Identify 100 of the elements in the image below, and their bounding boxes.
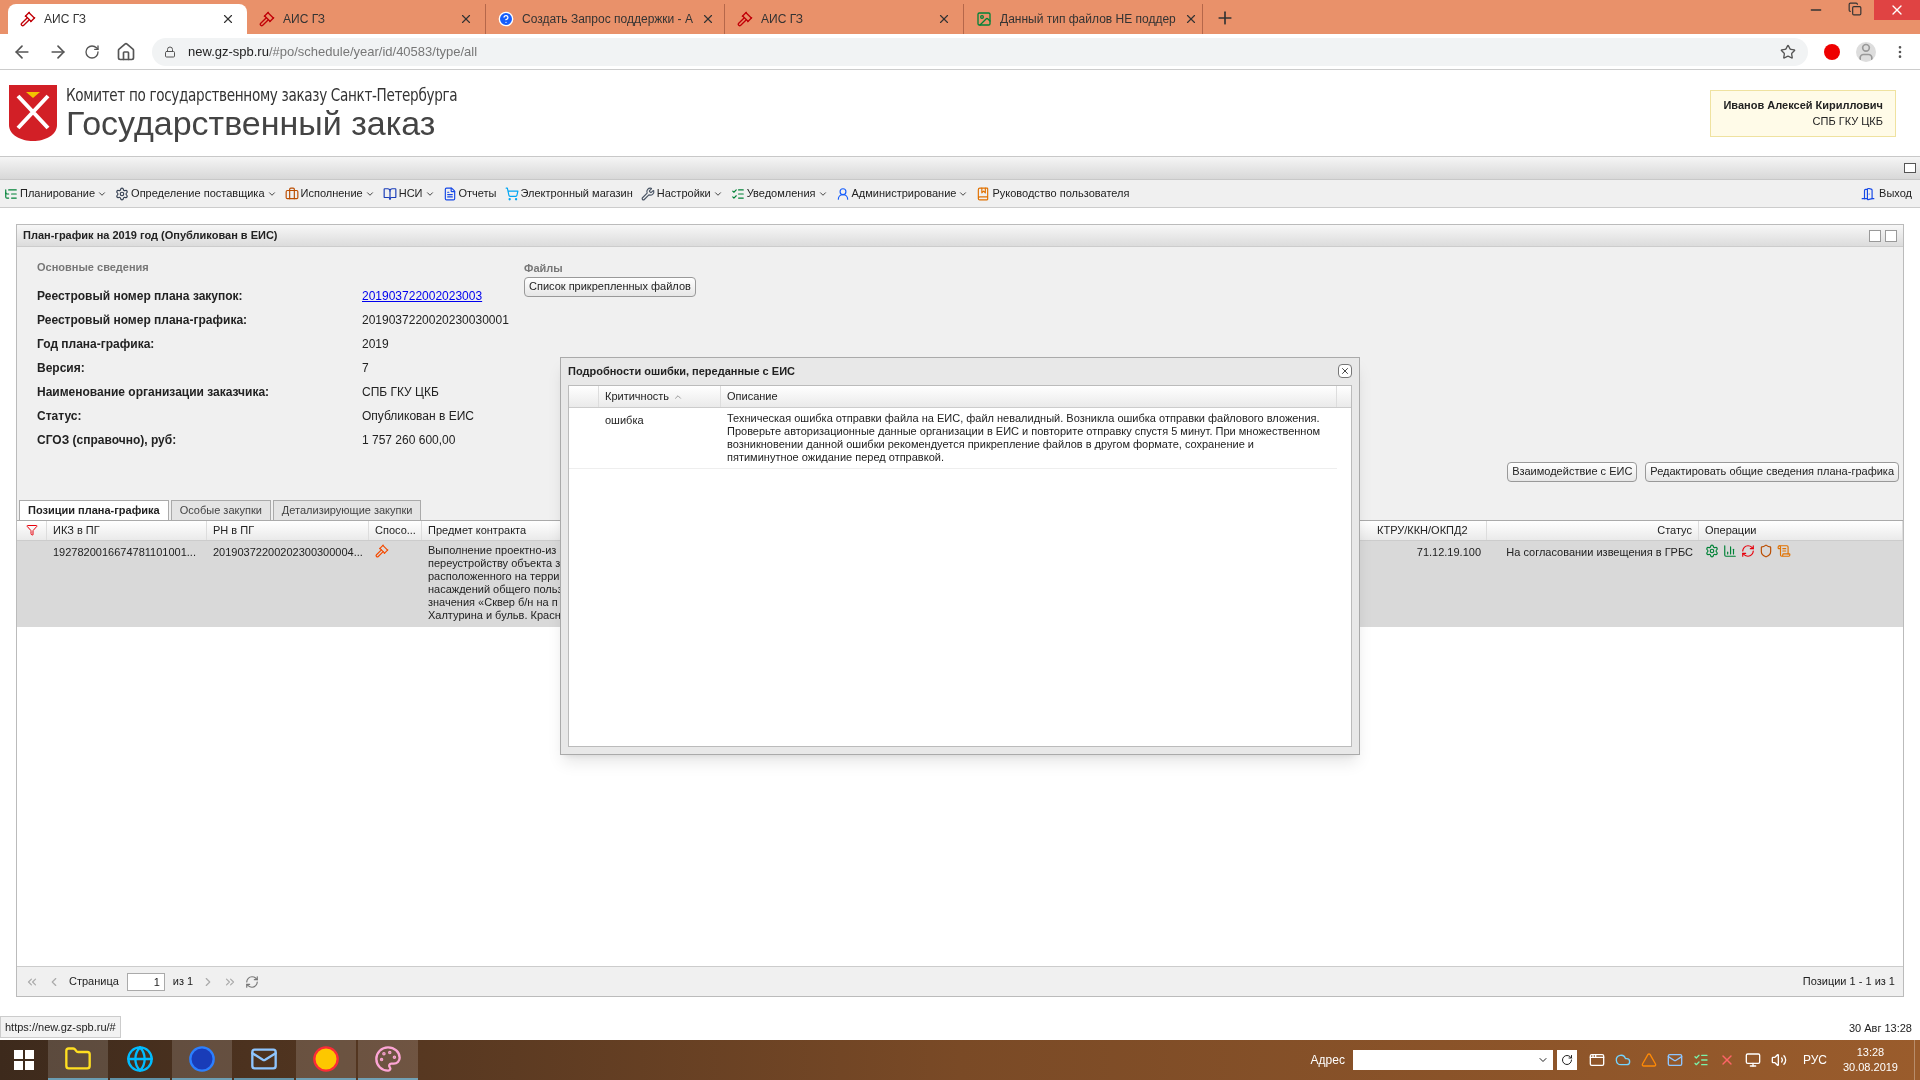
table-cell: 20190372200202300300004...	[213, 545, 363, 558]
refresh-icon[interactable]	[245, 974, 260, 989]
menu-item[interactable]: Исполнение	[284, 185, 375, 202]
windows-logo-icon[interactable]	[14, 1050, 34, 1070]
coat-of-arms-icon	[8, 84, 58, 142]
list-icon	[730, 186, 745, 201]
palette-icon	[374, 1045, 402, 1073]
address-toolbar-field[interactable]	[1352, 1050, 1553, 1070]
column-header[interactable]: КТРУ/ККН/ОКПД2	[1377, 521, 1468, 539]
field-value: 2019037220020230030001	[362, 311, 509, 329]
tray-app-icon[interactable]	[1640, 1052, 1657, 1068]
panel-tab[interactable]: Позиции плана-графика	[19, 499, 169, 520]
close-icon[interactable]	[937, 12, 951, 26]
filter-icon[interactable]	[25, 524, 38, 536]
network-icon[interactable]	[1744, 1052, 1761, 1068]
go-button[interactable]	[1556, 1050, 1577, 1070]
mail-icon[interactable]	[1666, 1052, 1683, 1068]
restore-icon[interactable]	[1848, 2, 1862, 16]
logout-link[interactable]: Выход	[1861, 185, 1912, 202]
field-value: 7	[362, 359, 369, 377]
column-header[interactable]: Предмет контракта	[428, 521, 527, 539]
cart-icon	[504, 186, 519, 201]
action-button[interactable]: Взаимодействие с ЕИС	[1507, 461, 1638, 482]
document-icon	[442, 186, 457, 201]
field-label: Реестровый номер плана закупок:	[37, 287, 244, 305]
menu-item[interactable]: Электронный магазин	[504, 185, 633, 202]
action-button[interactable]: Редактировать общие сведения плана-графика	[1645, 461, 1899, 482]
menu-item[interactable]: Определение поставщика	[115, 185, 277, 202]
taskbar-app[interactable]	[48, 1040, 108, 1080]
help-icon	[498, 11, 514, 27]
language-indicator[interactable]: РУС	[1802, 1051, 1827, 1069]
column-header[interactable]: Спосо...	[375, 521, 416, 539]
browser-tab[interactable]: АИС ГЗ	[247, 4, 486, 34]
column-header[interactable]: Операции	[1705, 521, 1757, 539]
list-icon	[4, 186, 18, 201]
address-field[interactable]: new.gz-spb.ru/#po/schedule/year/id/40583/type/all	[152, 37, 1808, 66]
column-header[interactable]: Описание	[727, 388, 778, 405]
attached-files-button[interactable]: Список прикрепленных файлов	[524, 276, 696, 297]
taskbar-app[interactable]	[172, 1040, 232, 1080]
menu-item[interactable]: Администрирование	[835, 185, 969, 202]
field-label: Наименование организации заказчика:	[37, 383, 271, 401]
field-label: Версия:	[37, 359, 86, 377]
error-description: Техническая ошибка отправки файла на ЕИС, файл невалидный. Возникла ошибка отправки файлового вложения. Проверьте авторизационные данные организации в ЕИС и повторите отправку спустя 5 минут. При множественном возникновении данной ошибки рекомендуется прикрепление файлов в другом формате, сохранение и пятиминутное ожидание перед отправкой.	[727, 412, 1321, 464]
volume-icon[interactable]	[1770, 1052, 1787, 1068]
column-header[interactable]: Критичность	[605, 388, 670, 405]
scroll-icon[interactable]	[1777, 543, 1791, 558]
address-label: Адрес	[1310, 1052, 1345, 1069]
cloud-icon[interactable]	[1614, 1052, 1631, 1068]
field-label: Год плана-графика:	[37, 335, 156, 353]
refresh-icon[interactable]	[1741, 543, 1755, 558]
column-header[interactable]: Статус	[1657, 521, 1692, 539]
taskbar-app[interactable]	[358, 1040, 418, 1080]
browser-tab[interactable]: Создать Запрос поддержки - А	[486, 4, 725, 34]
window-icon[interactable]	[1588, 1052, 1605, 1068]
gavel-icon	[20, 11, 36, 27]
column-header[interactable]: РН в ПГ	[213, 521, 255, 539]
panel-tab[interactable]: Детализирующие закупки	[272, 499, 422, 520]
close-button[interactable]	[1338, 364, 1352, 378]
browser-tab[interactable]: АИС ГЗ	[725, 4, 964, 34]
close-icon[interactable]	[459, 12, 473, 26]
emblem-icon[interactable]	[1759, 543, 1773, 558]
tab-title: Создать Запрос поддержки - А	[522, 11, 693, 28]
menu-item[interactable]: Руководство пользователя	[976, 185, 1130, 202]
menu-item[interactable]: Уведомления	[730, 185, 828, 202]
tray-app-icon[interactable]	[1692, 1052, 1709, 1068]
files-label: Файлы	[524, 261, 563, 276]
reload-icon	[1560, 1054, 1573, 1066]
plan-number-link[interactable]: 201903722002023003	[362, 286, 483, 305]
field-value: СПБ ГКУ ЦКБ	[362, 383, 439, 401]
menu-item[interactable]: НСИ	[382, 185, 435, 202]
browser-tab[interactable]: АИС ГЗ	[8, 4, 247, 34]
bookmark-icon[interactable]	[1780, 43, 1796, 60]
menu-item[interactable]: Настройки	[640, 185, 723, 202]
field-value: 2019	[362, 335, 389, 353]
gears-icon	[115, 186, 130, 201]
folder-icon	[64, 1045, 92, 1073]
menu-item[interactable]: Планирование	[4, 185, 108, 202]
collapse-icon[interactable]	[1904, 163, 1916, 173]
taskbar-app[interactable]	[296, 1040, 356, 1080]
stop-icon[interactable]	[1824, 43, 1840, 60]
menu-item[interactable]: Отчеты	[442, 185, 497, 202]
refresh-icon[interactable]	[1885, 229, 1897, 242]
panel-title: План-график на 2019 год (Опубликован в ЕИС)	[23, 228, 279, 244]
close-icon[interactable]	[221, 12, 235, 26]
column-header[interactable]: ИКЗ в ПГ	[53, 521, 100, 539]
book-icon	[382, 186, 397, 201]
field-value: Опубликован в ЕИС	[362, 407, 474, 425]
gear-icon[interactable]	[1705, 543, 1719, 558]
home-icon[interactable]	[116, 41, 136, 62]
profile-icon[interactable]	[1856, 41, 1876, 62]
browser-tab[interactable]: Данный тип файлов НЕ поддер	[964, 4, 1203, 34]
clock[interactable]: 13:28 30.08.2019	[1842, 1045, 1898, 1075]
reload-icon[interactable]	[84, 43, 100, 60]
field-label: СГОЗ (справочно), руб:	[37, 431, 178, 449]
bar-chart-icon[interactable]	[1723, 543, 1737, 558]
page-field[interactable]: 1	[126, 972, 165, 991]
close-icon	[1340, 366, 1350, 376]
panel-tab[interactable]: Особые закупки	[170, 499, 271, 520]
lock-icon	[164, 45, 176, 58]
user-organization: СПБ ГКУ ЦКБ	[1812, 114, 1883, 129]
